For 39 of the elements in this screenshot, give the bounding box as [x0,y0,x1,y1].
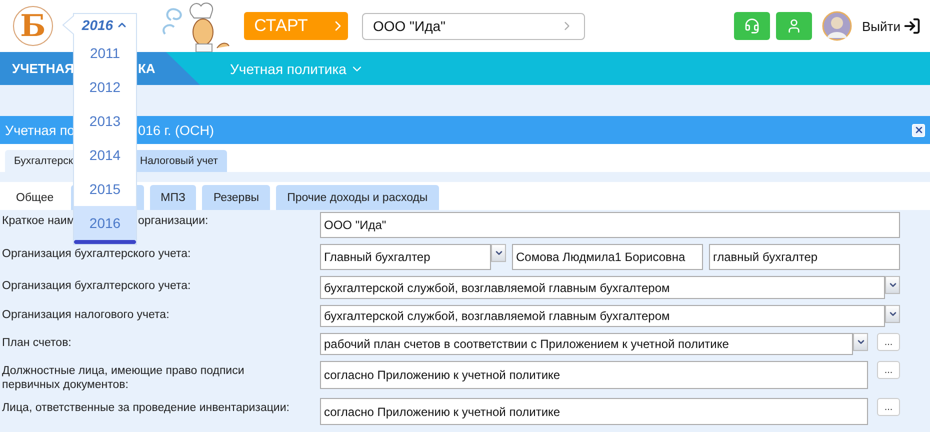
section-title: КА [138,61,156,76]
field-label: Организация налогового учета: [2,308,170,322]
input-field[interactable]: согласно Приложению к учетной политике [320,361,868,389]
more-button[interactable]: ... [877,398,900,416]
tab[interactable]: Резервы [202,185,270,210]
field-label: Лица, ответственные за проведение инвентаризации: [2,401,290,415]
company-field[interactable]: ООО "Ида" [362,12,585,40]
chevron-down-icon [888,280,898,290]
input-field[interactable]: согласно Приложению к учетной политике [320,398,868,425]
headset-icon [744,18,760,34]
chevron-down-icon [888,309,898,319]
field-label: Организация бухгалтерского учета: [2,247,192,261]
select-field[interactable]: рабочий план счетов в соответствии с Приложением к учетной политике [320,333,853,355]
select-field[interactable]: бухгалтерской службой, возглавляемой главным бухгалтером [320,276,885,299]
chevron-down-icon [494,248,504,258]
arrow-into-box-icon [902,17,920,35]
tab[interactable]: МПЗ [150,185,196,210]
person-icon [786,18,802,34]
tab[interactable]: Прочие доходы и расходы [276,185,439,210]
dropdown-arrow-button[interactable] [885,305,900,323]
close-icon[interactable] [912,124,925,136]
more-button[interactable]: ... [877,361,900,379]
input-field[interactable]: главный бухгалтер [709,244,900,270]
select-field[interactable]: бухгалтерской службой, возглавляемой главным бухгалтером [320,305,885,327]
section-title: УЧЕТНАЯ [12,61,74,76]
field-label: Организация бухгалтерского учета: [2,279,192,293]
dropdown-arrow-button[interactable] [491,244,506,262]
field-label: Должностные лица, имеющие право подписи первичных документов: [2,364,246,392]
field-label: План счетов: [2,336,72,350]
more-button[interactable]: ... [877,333,900,351]
dropdown-arrow-button[interactable] [885,276,900,294]
input-field[interactable]: ООО "Ида" [320,212,900,238]
dropdown-arrow-button[interactable] [853,333,868,351]
field-label: организации: [138,215,208,227]
input-field[interactable]: Сомова Людмила1 Борисовна [512,244,703,270]
panel-title: 016 г. (ОСН) [138,122,214,138]
chevron-down-icon [856,337,866,347]
logout-button[interactable]: Выйти [862,17,920,35]
select-field[interactable]: Главный бухгалтер [320,244,491,270]
